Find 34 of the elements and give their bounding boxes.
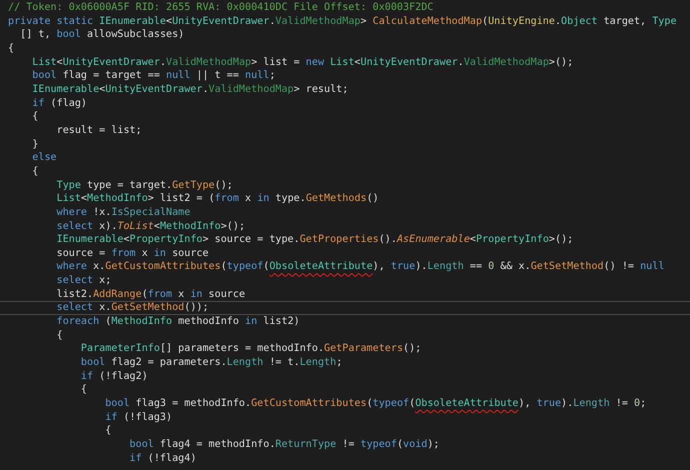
code-line: if (flag) — [31, 96, 88, 110]
code-line: { — [7, 42, 16, 56]
code-line: if (!flag2) — [80, 370, 149, 384]
code-line: [] t, bool allowSubclasses) — [19, 28, 186, 42]
code-line: ParameterInfo[] parameters = methodInfo.GetParameters(); — [80, 342, 422, 356]
code-line: select x; — [56, 274, 112, 288]
code-line: List<UnityEventDrawer.ValidMethodMap> list = new List<UnityEventDrawer.ValidMethodMap>(); — [31, 56, 574, 70]
code-line: { — [31, 164, 40, 179]
code-line: select x.GetSetMethod()); — [0, 301, 690, 316]
code-line: { — [31, 110, 40, 124]
code-line: IEnumerable<PropertyInfo> source = type.GetProperties().AsEnumerable<PropertyInfo>(); — [56, 233, 574, 247]
code-line: { — [80, 383, 88, 398]
code-line: Type type = target.GetType(); — [56, 178, 234, 192]
code-line: result = list; — [56, 124, 143, 138]
code-line: source = from x in source — [56, 246, 210, 260]
code-line: IEnumerable<UnityEventDrawer.ValidMethodMap> result; — [31, 82, 350, 97]
code-line: else — [31, 151, 58, 165]
code-line: bool flag4 = methodInfo.ReturnType != typeof(void); — [128, 438, 441, 452]
code-line: List<MethodInfo> list2 = (from x in type.GetMethods() — [56, 192, 380, 206]
code-line: select x).ToList<MethodInfo>(); — [56, 220, 246, 234]
code-line: bool flag3 = methodInfo.GetCustomAttributes(typeof(ObsoleteAttribute), true).Length != 0; — [104, 397, 648, 411]
code-line: foreach (MethodInfo methodInfo in list2) — [56, 315, 301, 329]
code-line: private static IEnumerable<UnityEventDrawer.ValidMethodMap> CalculateMethodMap(UnityEngine.Object target, Type — [7, 14, 678, 28]
code-line: // Token: 0x06000A5F RID: 2655 RVA: 0x000410DC File Offset: 0x0003F2DC — [7, 1, 434, 15]
code-line: { — [56, 328, 64, 342]
code-line: { — [104, 424, 112, 438]
code-line: if (!flag4) — [128, 452, 198, 466]
code-line: list2.AddRange(from x in source — [56, 288, 246, 302]
code-line: if (!flag3) — [104, 410, 174, 424]
code-line: bool flag = target == null || t == null; — [31, 69, 276, 83]
code-line: where !x.IsSpecialName — [56, 206, 192, 220]
code-line: where x.GetCustomAttributes(typeof(ObsoleteAttribute), true).Length == 0 && x.GetSetMethod() != null — [56, 260, 666, 274]
code-line: } — [31, 138, 40, 152]
code-line: bool flag2 = parameters.Length != t.Length; — [80, 356, 344, 370]
